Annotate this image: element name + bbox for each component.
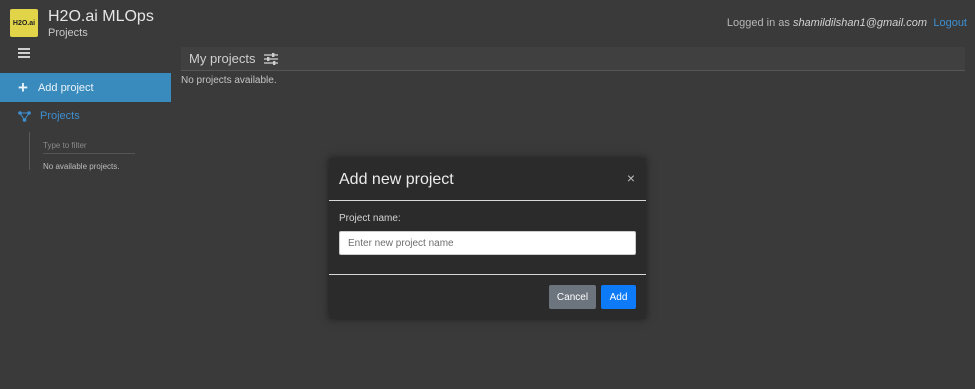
user-email: shamildilshan1@gmail.com xyxy=(792,17,927,29)
app-subtitle: Projects xyxy=(48,27,88,39)
sidebar-item-projects[interactable]: Projects xyxy=(18,110,80,122)
project-name-label: Project name: xyxy=(339,213,401,224)
add-button[interactable]: Add xyxy=(601,285,636,309)
login-info: Logged in as shamildilshan1@gmail.com xyxy=(727,17,927,29)
add-project-button[interactable]: + Add project xyxy=(0,73,171,102)
hamburger-icon[interactable] xyxy=(18,48,30,58)
add-project-modal: Add new project × Project name: Cancel A… xyxy=(329,158,646,319)
page-title: My projects xyxy=(189,51,256,66)
app-header: H2O.ai H2O.ai MLOps Projects Logged in a… xyxy=(0,0,975,45)
sidebar-empty-text: No available projects. xyxy=(43,162,120,171)
logout-link[interactable]: Logout xyxy=(933,17,967,29)
network-icon xyxy=(18,110,31,122)
modal-title: Add new project xyxy=(339,171,454,188)
close-icon[interactable]: × xyxy=(627,170,635,186)
logo-text: H2O.ai xyxy=(12,19,36,27)
cancel-button[interactable]: Cancel xyxy=(549,285,596,309)
plus-icon: + xyxy=(18,78,28,97)
modal-header: Add new project × xyxy=(329,158,646,201)
modal-footer-divider xyxy=(329,274,646,275)
my-projects-header: My projects xyxy=(181,47,965,71)
project-filter-input[interactable] xyxy=(43,137,135,154)
project-name-input[interactable] xyxy=(339,231,636,255)
main-empty-text: No projects available. xyxy=(181,75,277,86)
login-prefix: Logged in as xyxy=(726,17,790,29)
add-project-label: Add project xyxy=(37,81,94,94)
h2o-logo[interactable]: H2O.ai xyxy=(10,9,38,37)
sliders-icon[interactable] xyxy=(264,52,279,65)
tree-divider xyxy=(29,132,30,170)
app-title: H2O.ai MLOps xyxy=(48,8,154,25)
projects-nav-label: Projects xyxy=(40,110,80,122)
